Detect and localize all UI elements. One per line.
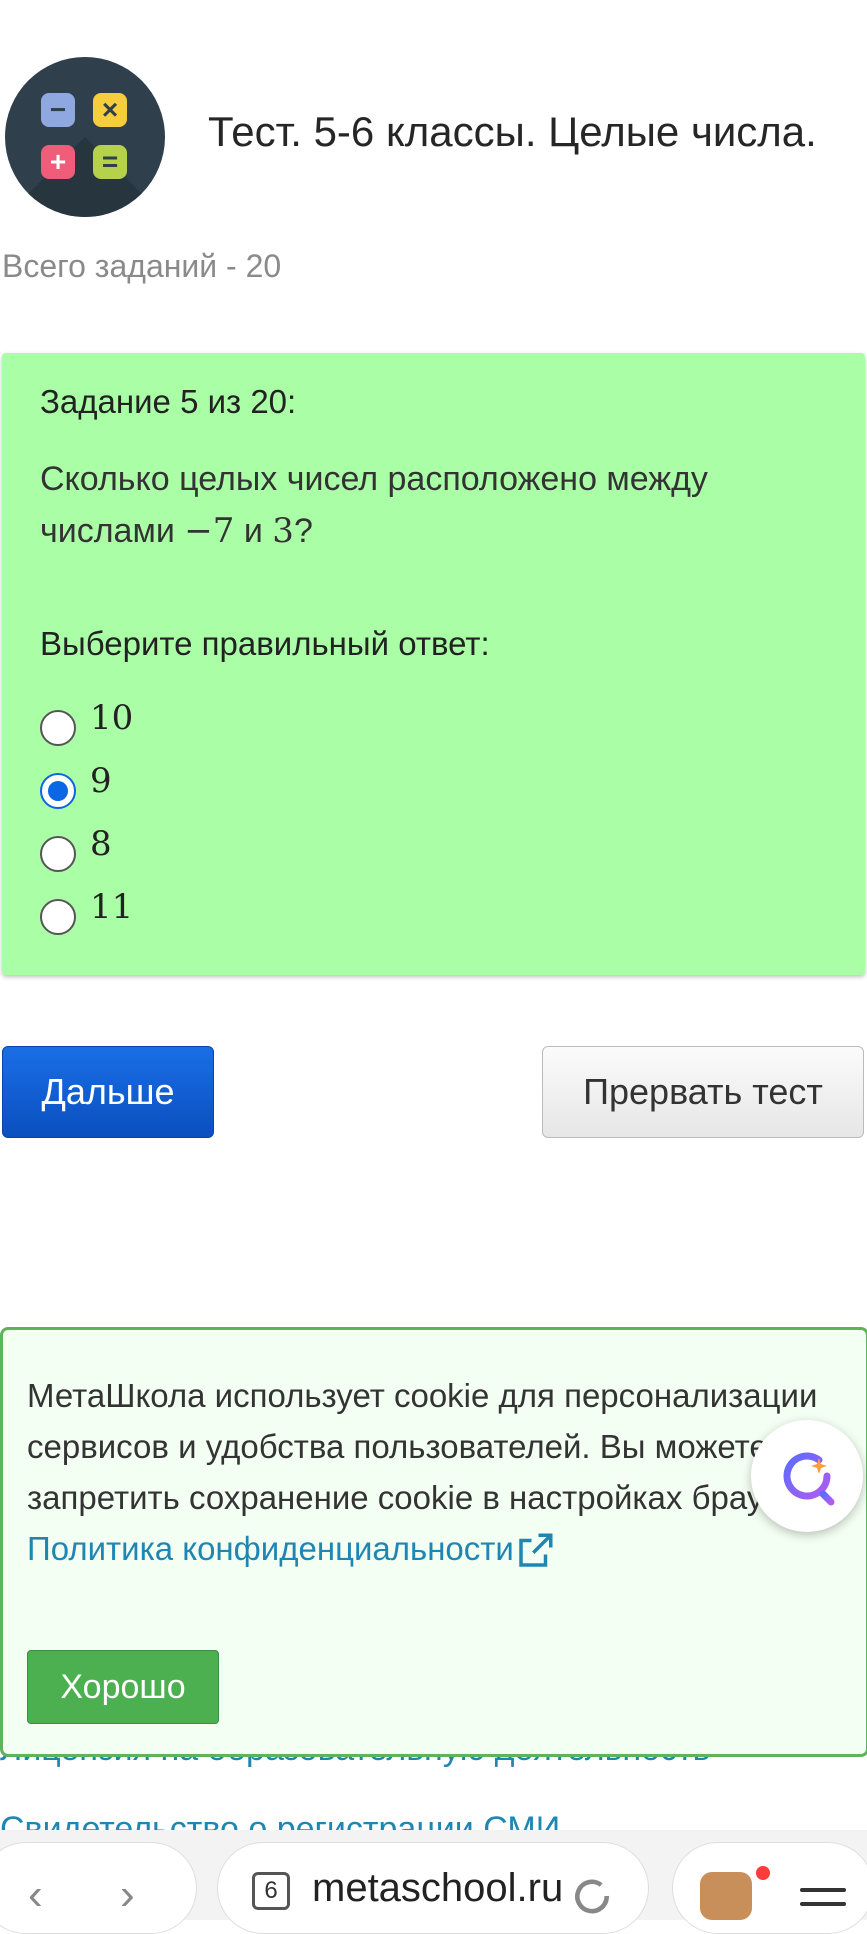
next-button[interactable]: Дальше — [2, 1046, 214, 1138]
question-part: ? — [293, 512, 313, 550]
number-a: −7 — [184, 511, 235, 551]
task-number: Задание 5 из 20: — [40, 383, 297, 420]
plus-tile: + — [41, 145, 75, 179]
question-text: Сколько целых чисел расположено между чи… — [40, 453, 820, 557]
abort-test-button[interactable]: Прервать тест — [542, 1046, 864, 1138]
page-title: Тест. 5-6 классы. Целые числа. — [208, 108, 817, 155]
url-text[interactable]: metaschool.ru — [312, 1866, 563, 1911]
browser-toolbar: ‹ › 6 metaschool.ru — [0, 1830, 867, 1934]
radio-button[interactable] — [40, 899, 76, 935]
app-avatar-icon[interactable] — [700, 1872, 752, 1920]
answer-option[interactable]: 11 — [40, 887, 133, 935]
cookie-banner: МетаШкола использует cookie для персонал… — [0, 1327, 867, 1757]
calculator-logo: − × + = — [5, 57, 165, 217]
question-part: и — [234, 512, 273, 550]
answer-option[interactable]: 9 — [40, 761, 112, 809]
reload-icon[interactable] — [570, 1874, 614, 1918]
minus-tile: − — [41, 93, 75, 127]
external-link-icon — [519, 1533, 553, 1568]
answer-option[interactable]: 10 — [40, 698, 133, 746]
cookie-text: МетаШкола использует cookie для персонал… — [27, 1370, 847, 1574]
cookie-message: МетаШкола использует cookie для персонал… — [27, 1377, 843, 1516]
option-label: 11 — [90, 887, 134, 927]
menu-icon[interactable] — [800, 1888, 846, 1916]
number-b: 3 — [272, 511, 294, 551]
equals-tile: = — [93, 145, 127, 179]
answer-option[interactable]: 8 — [40, 824, 112, 872]
assistant-button[interactable] — [751, 1420, 863, 1532]
question-part: Сколько целых чисел расположено между чи… — [40, 460, 708, 550]
notification-dot — [756, 1866, 770, 1880]
answer-prompt: Выберите правильный ответ: — [40, 625, 490, 662]
multiply-tile: × — [93, 93, 127, 127]
assistant-icon — [783, 1452, 835, 1506]
total-tasks: Всего заданий - 20 — [2, 248, 282, 284]
radio-button[interactable] — [40, 836, 76, 872]
option-label: 9 — [90, 761, 112, 801]
option-label: 8 — [90, 824, 112, 864]
option-label: 10 — [90, 698, 134, 738]
tab-count[interactable]: 6 — [252, 1872, 290, 1910]
task-card: Задание 5 из 20: Сколько целых чисел рас… — [2, 353, 865, 975]
accept-cookie-button[interactable]: Хорошо — [27, 1650, 219, 1724]
privacy-policy-link[interactable]: Политика конфиденциальности — [27, 1530, 514, 1567]
forward-icon[interactable]: › — [120, 1870, 135, 1920]
page-header: − × + = Тест. 5-6 классы. Целые числа. — [0, 0, 867, 240]
radio-button[interactable] — [40, 710, 76, 746]
back-icon[interactable]: ‹ — [28, 1870, 43, 1920]
radio-button-selected[interactable] — [40, 773, 76, 809]
